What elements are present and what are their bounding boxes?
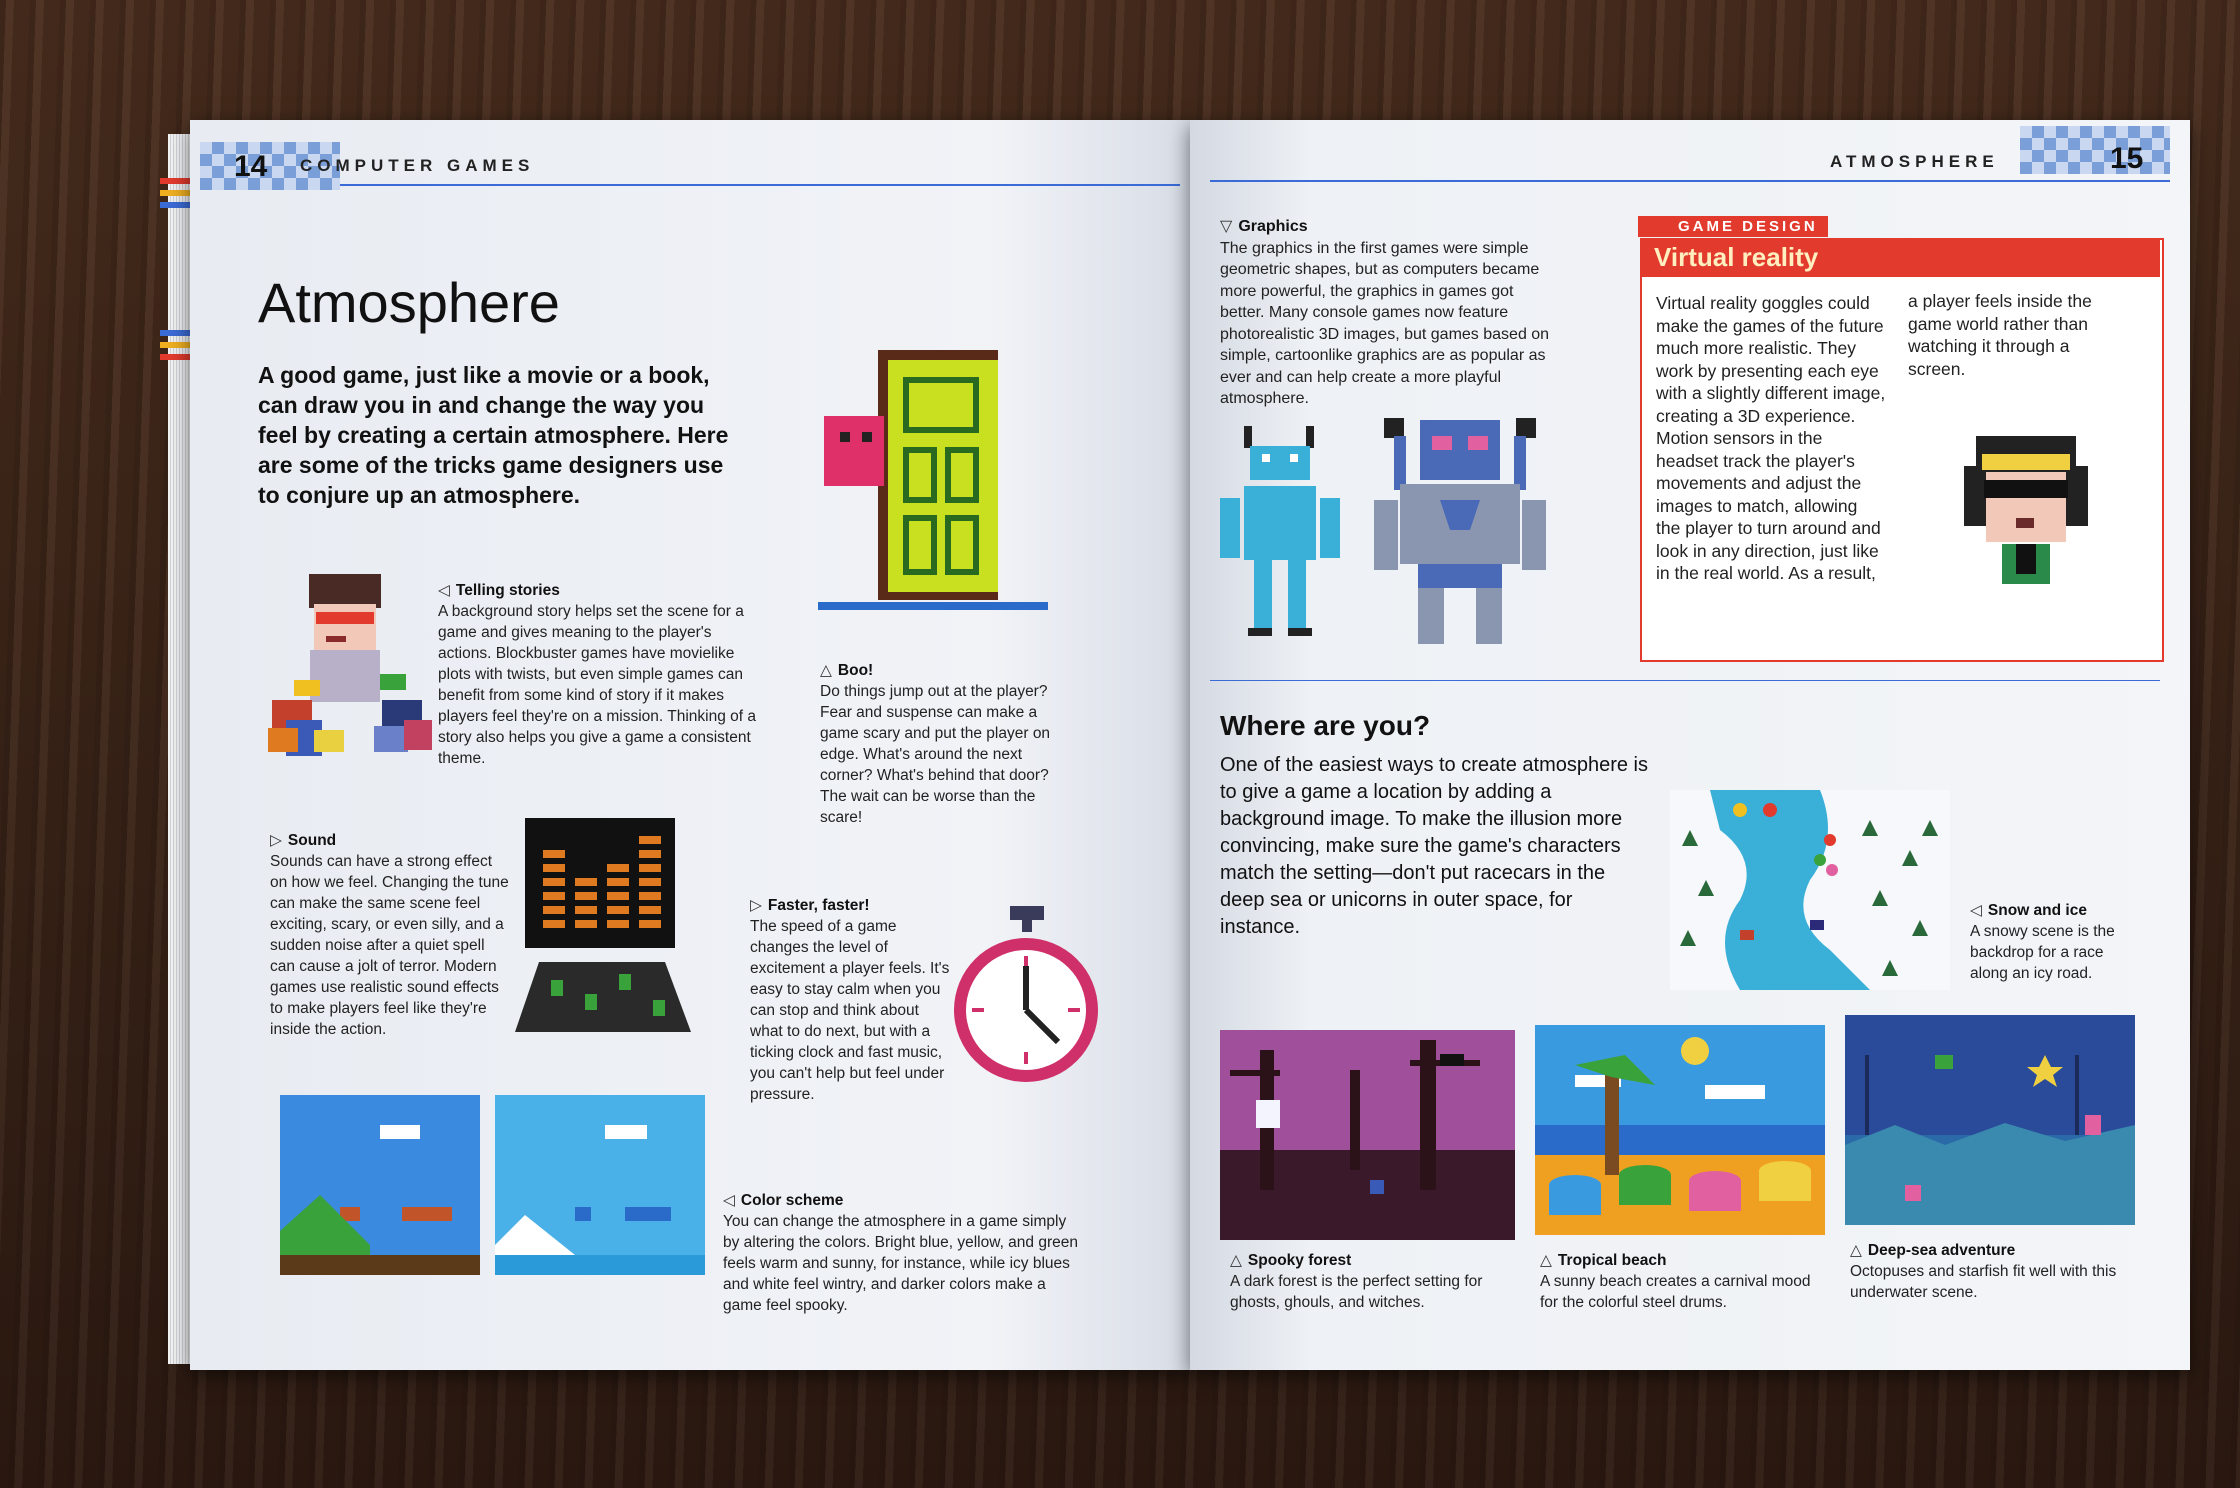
- faster-caption: ▷ Faster, faster! The speed of a game cha…: [750, 897, 950, 1103]
- stopwatch-illustration: [954, 906, 1098, 1082]
- graphics-caption: ▽ Graphics The graphics in the first game…: [1220, 218, 1550, 407]
- section-rule: [1210, 680, 2160, 681]
- header-rule: [340, 184, 1180, 186]
- page-number: 14: [234, 150, 268, 183]
- header-pixel-pattern-right: [2020, 126, 2170, 174]
- where-heading: Where are you?: [1220, 710, 1431, 741]
- color-scheme-caption: ◁ Color scheme You can change the atmosph…: [723, 1192, 1078, 1314]
- running-head: COMPUTER GAMES: [300, 156, 535, 175]
- deep-sea-scene: [1845, 1015, 2135, 1225]
- sound-equalizer-illustration: [515, 818, 691, 1032]
- virtual-reality-title: Virtual reality: [1640, 238, 2160, 277]
- page-title: Atmosphere: [258, 271, 560, 334]
- deepsea-caption: △ Deep-sea adventure Octopuses and starfi…: [1850, 1242, 2117, 1301]
- snow-and-ice-scene: [1670, 790, 1950, 990]
- virtual-reality-text-col2: a player feels inside the game world rat…: [1908, 291, 2092, 379]
- left-page: 14 COMPUTER GAMES Atmosphere A good game…: [190, 120, 1190, 1370]
- spooky-forest-scene: [1220, 1030, 1515, 1240]
- storyteller-character-illustration: [268, 574, 432, 756]
- vr-goggles-player-illustration: [1964, 436, 2088, 584]
- header-rule-right: [1210, 180, 2170, 182]
- door-monster-illustration: [818, 350, 1048, 610]
- virtual-reality-text-col1: Virtual reality goggles could make the g…: [1656, 293, 1886, 583]
- snow-caption: ◁ Snow and ice A snowy scene is the backd…: [1970, 902, 2115, 982]
- intro-text: A good game, just like a movie or a book…: [258, 362, 729, 508]
- telling-stories-caption: ◁ Telling stories A background story help…: [438, 582, 757, 767]
- running-head-right: ATMOSPHERE: [1830, 152, 1999, 171]
- tropical-beach-scene: [1535, 1025, 1825, 1235]
- right-page: ATMOSPHERE 15 ▽ Graphics The graphics in …: [1190, 120, 2190, 1370]
- game-design-tab: GAME DESIGN: [1638, 216, 1828, 237]
- tropical-caption: △ Tropical beach A sunny beach creates a …: [1540, 1252, 1811, 1311]
- page-number-right: 15: [2110, 142, 2144, 175]
- spooky-caption: △ Spooky forest A dark forest is the perf…: [1230, 1252, 1483, 1311]
- icy-color-scene: [495, 1095, 705, 1275]
- book-spread: 14 COMPUTER GAMES Atmosphere A good game…: [150, 120, 2190, 1380]
- simple-robot-illustration: [1220, 426, 1340, 636]
- complex-robot-illustration: [1374, 418, 1546, 644]
- where-text: One of the easiest ways to create atmosp…: [1220, 754, 1648, 938]
- warm-color-scene: [280, 1095, 480, 1275]
- boo-caption: △ Boo! Do things jump out at the player? …: [820, 662, 1051, 826]
- sound-caption: ▷ Sound Sounds can have a strong effect o…: [270, 832, 509, 1038]
